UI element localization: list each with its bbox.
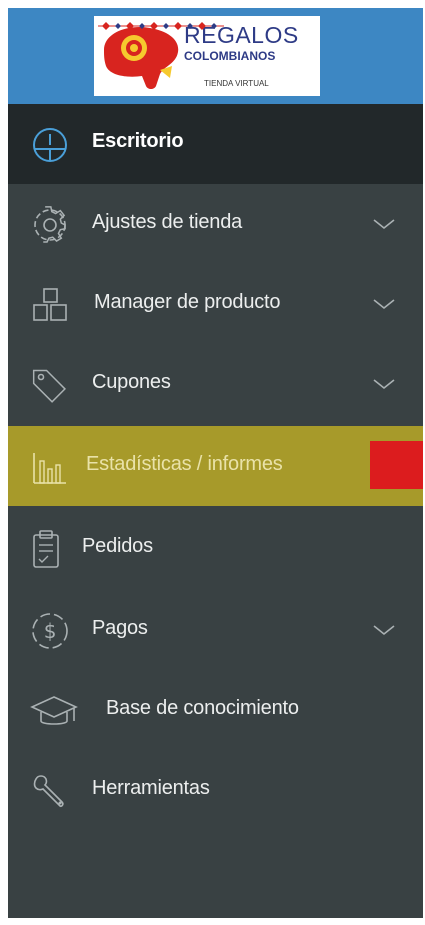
- brand-tagline: TIENDA VIRTUAL: [204, 79, 269, 88]
- sidebar-item-label: Cupones: [92, 371, 171, 393]
- dashboard-icon: [33, 128, 67, 162]
- chevron-down-icon[interactable]: [372, 216, 396, 232]
- sidebar-item-label: Escritorio: [92, 130, 184, 152]
- sidebar-item-label: Base de conocimiento: [106, 697, 299, 719]
- sidebar-item-pedidos[interactable]: Pedidos: [8, 508, 423, 588]
- sidebar-item-pagos[interactable]: $ Pagos: [8, 590, 423, 670]
- sidebar-item-label: Estadísticas / informes: [86, 453, 283, 475]
- chevron-down-icon[interactable]: [372, 296, 396, 312]
- sidebar: REGALOS COLOMBIANOS TIENDA VIRTUAL Escri…: [8, 8, 423, 918]
- brand-pattern-icon: [98, 22, 224, 30]
- red-marker: [370, 441, 423, 489]
- tag-icon: [32, 369, 67, 403]
- sidebar-item-label: Manager de producto: [94, 291, 281, 313]
- sidebar-item-label: Pedidos: [82, 535, 153, 557]
- chevron-down-icon[interactable]: [372, 622, 396, 638]
- brand-emblem-icon: [104, 26, 179, 90]
- clipboard-icon: [33, 530, 59, 568]
- sidebar-item-escritorio[interactable]: Escritorio: [8, 104, 423, 184]
- graduation-cap-icon: [30, 696, 78, 725]
- sidebar-item-estadisticas-informes[interactable]: Estadísticas / informes: [8, 426, 423, 506]
- chevron-down-icon[interactable]: [372, 376, 396, 392]
- sidebar-item-label: Pagos: [92, 617, 148, 639]
- sidebar-item-label: Ajustes de tienda: [92, 211, 243, 233]
- wrench-icon: [33, 775, 64, 807]
- boxes-icon: [33, 288, 67, 321]
- svg-text:$: $: [44, 619, 57, 643]
- sidebar-item-base-de-conocimiento[interactable]: Base de conocimiento: [8, 670, 423, 750]
- store-logo[interactable]: REGALOS COLOMBIANOS TIENDA VIRTUAL: [94, 16, 320, 96]
- bar-chart-icon: [33, 453, 66, 484]
- sidebar-item-label: Herramientas: [92, 777, 210, 799]
- sidebar-item-manager-de-producto[interactable]: Manager de producto: [8, 264, 423, 344]
- sidebar-item-herramientas[interactable]: Herramientas: [8, 750, 423, 830]
- sidebar-item-ajustes-de-tienda[interactable]: Ajustes de tienda: [8, 184, 423, 264]
- sidebar-item-cupones[interactable]: Cupones: [8, 344, 423, 424]
- dollar-icon: $: [32, 613, 68, 649]
- gear-icon: [34, 206, 66, 243]
- logo-bar: REGALOS COLOMBIANOS TIENDA VIRTUAL: [8, 8, 423, 104]
- brand-subtitle: COLOMBIANOS: [184, 49, 276, 63]
